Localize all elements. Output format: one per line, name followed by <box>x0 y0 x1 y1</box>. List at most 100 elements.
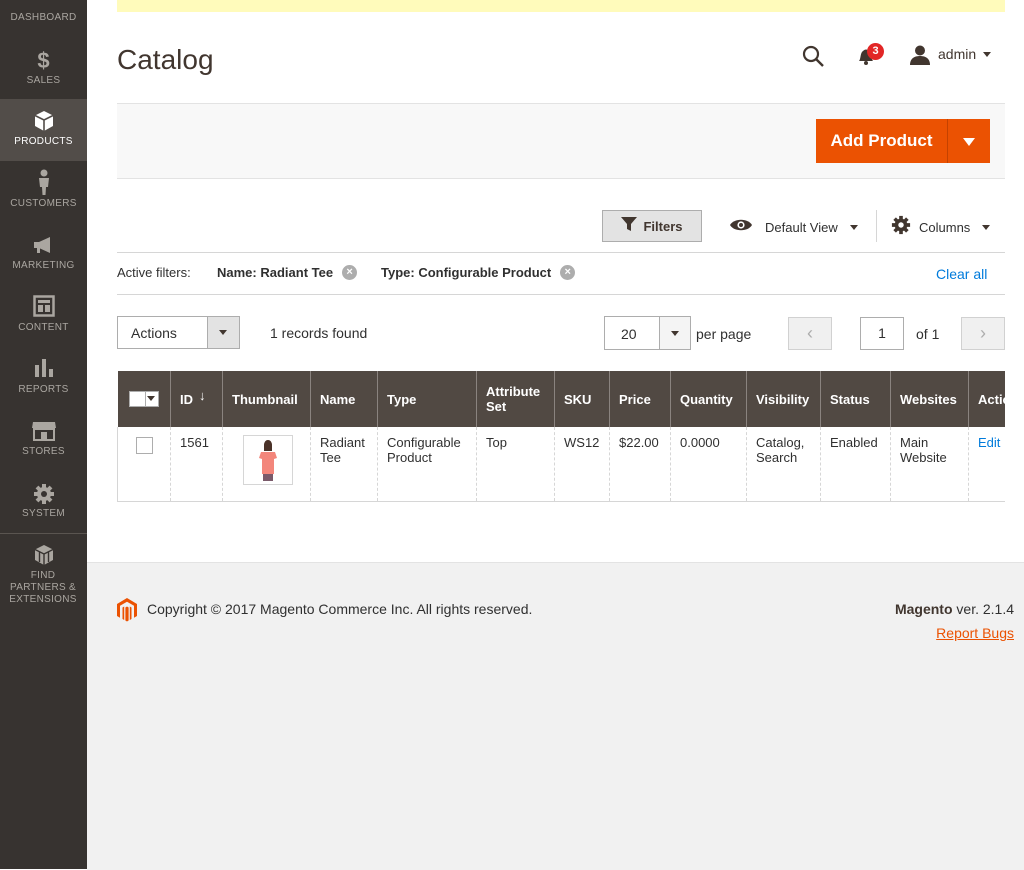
user-menu-name[interactable]: admin <box>938 46 976 62</box>
row-select-cell <box>117 427 171 502</box>
column-header-attribute-set[interactable]: Attribute Set <box>476 371 555 427</box>
row-checkbox[interactable] <box>136 437 153 454</box>
eye-icon <box>729 218 753 237</box>
storefront-icon <box>0 421 87 441</box>
nav-label: CONTENT <box>18 322 69 333</box>
nav-divider <box>0 533 87 534</box>
column-header-name[interactable]: Name <box>310 371 378 427</box>
remove-filter-icon[interactable]: × <box>560 265 576 280</box>
column-header-action[interactable]: Action <box>968 371 1005 427</box>
brand-name: Magento <box>894 601 953 617</box>
next-page-button[interactable]: › <box>961 317 1005 350</box>
filter-chip-name: Name: Radiant Tee × <box>217 265 358 280</box>
records-found: 1 records found <box>270 325 368 341</box>
cell-visibility: Catalog, Search <box>746 427 821 502</box>
nav-label: MARKETING <box>12 260 75 271</box>
product-thumbnail[interactable] <box>243 435 293 485</box>
version-text: Magento ver. 2.1.4 <box>895 601 1014 617</box>
gear-icon <box>0 483 87 505</box>
gear-icon <box>891 215 911 240</box>
sort-arrow-icon: ↓ <box>199 387 206 403</box>
column-header-price[interactable]: Price <box>609 371 671 427</box>
nav-sales[interactable]: $ SALES <box>0 38 87 100</box>
columns-control[interactable]: Columns <box>891 215 991 240</box>
nav-label: REPORTS <box>18 384 69 395</box>
nav-label: SALES <box>26 75 61 86</box>
per-page-value: 20 <box>621 326 637 342</box>
nav-dashboard[interactable]: DASHBOARD <box>0 0 87 30</box>
cell-action: Edit <box>968 427 1005 502</box>
cell-websites: Main Website <box>890 427 969 502</box>
layout-icon <box>0 295 87 317</box>
page-number-input[interactable]: 1 <box>860 317 904 350</box>
mass-actions-select[interactable]: Actions <box>117 316 240 349</box>
active-filters-label: Active filters: <box>117 265 191 280</box>
column-header-mass-select[interactable] <box>117 371 171 427</box>
magento-logo-icon <box>117 598 137 622</box>
user-icon[interactable] <box>909 44 931 66</box>
search-icon[interactable] <box>801 44 825 68</box>
chevron-down-icon[interactable] <box>983 52 991 57</box>
mass-select-checkbox[interactable] <box>128 391 159 408</box>
add-product-dropdown-toggle[interactable] <box>947 119 990 163</box>
filter-chip-label: Name: Radiant Tee <box>217 265 334 280</box>
column-header-thumbnail[interactable]: Thumbnail <box>222 371 311 427</box>
cell-quantity: 0.0000 <box>670 427 747 502</box>
view-bookmark-switcher[interactable]: Default View <box>729 216 858 238</box>
edit-link[interactable]: Edit <box>978 435 1000 450</box>
system-message-bar <box>117 0 1005 12</box>
column-header-quantity[interactable]: Quantity <box>670 371 747 427</box>
nav-customers[interactable]: CUSTOMERS <box>0 161 87 223</box>
column-header-visibility[interactable]: Visibility <box>746 371 821 427</box>
nav-stores[interactable]: STORES <box>0 409 87 471</box>
nav-content[interactable]: CONTENT <box>0 285 87 347</box>
person-icon <box>0 169 87 195</box>
chevron-down-icon <box>849 224 858 230</box>
clear-all-filters-link[interactable]: Clear all <box>936 266 987 282</box>
add-product-button[interactable]: Add Product <box>816 119 947 163</box>
column-header-sku[interactable]: SKU <box>554 371 610 427</box>
nav-label: SYSTEM <box>22 508 65 519</box>
nav-products[interactable]: PRODUCTS <box>0 99 87 161</box>
product-table: ID ↓ Thumbnail Name Type Attribute Set SK… <box>117 371 1005 502</box>
cell-status: Enabled <box>820 427 891 502</box>
dashboard-icon <box>0 0 87 2</box>
copyright-text: Copyright © 2017 Magento Commerce Inc. A… <box>147 601 533 617</box>
cell-type: Configurable Product <box>377 427 477 502</box>
nav-system[interactable]: SYSTEM <box>0 471 87 533</box>
version-number: ver. 2.1.4 <box>952 601 1014 617</box>
chevron-down-icon <box>982 224 991 230</box>
dollar-icon: $ <box>37 48 50 73</box>
cell-sku: WS12 <box>554 427 610 502</box>
chevron-down-icon <box>207 317 239 348</box>
bar-chart-icon <box>0 357 87 379</box>
report-bugs-link[interactable]: Report Bugs <box>936 625 1014 641</box>
nav-label: FIND PARTNERS & EXTENSIONS <box>9 570 77 605</box>
cube-icon <box>0 110 87 132</box>
nav-reports[interactable]: REPORTS <box>0 347 87 409</box>
blocks-icon <box>0 543 87 567</box>
nav-label: DASHBOARD <box>10 12 77 23</box>
nav-marketing[interactable]: MARKETING <box>0 223 87 285</box>
page-title: Catalog <box>117 44 214 75</box>
table-row[interactable]: 1561 Radiant Tee Configurable Product To… <box>117 427 1005 502</box>
columns-label: Columns <box>919 219 971 235</box>
chevron-down-icon <box>659 317 690 349</box>
admin-sidebar: DASHBOARD $ SALES PRODUCTS CUSTOMERS MAR… <box>0 0 87 869</box>
filters-button[interactable]: Filters <box>602 210 702 242</box>
funnel-icon <box>621 217 638 235</box>
mass-actions-label: Actions <box>131 325 177 341</box>
product-grid: ID ↓ Thumbnail Name Type Attribute Set SK… <box>117 371 1005 502</box>
notification-count-badge[interactable]: 3 <box>867 43 884 60</box>
column-header-type[interactable]: Type <box>377 371 477 427</box>
remove-filter-icon[interactable]: × <box>342 265 358 280</box>
column-header-status[interactable]: Status <box>820 371 891 427</box>
per-page-select[interactable]: 20 <box>604 316 691 350</box>
nav-find-partners[interactable]: FIND PARTNERS & EXTENSIONS <box>0 537 87 605</box>
previous-page-button[interactable]: ‹ <box>788 317 832 350</box>
column-header-id[interactable]: ID ↓ <box>170 371 223 427</box>
view-label: Default View <box>765 219 838 235</box>
filters-button-label: Filters <box>643 218 683 234</box>
filter-chip-label: Type: Configurable Product <box>381 265 552 280</box>
column-header-websites[interactable]: Websites <box>890 371 969 427</box>
